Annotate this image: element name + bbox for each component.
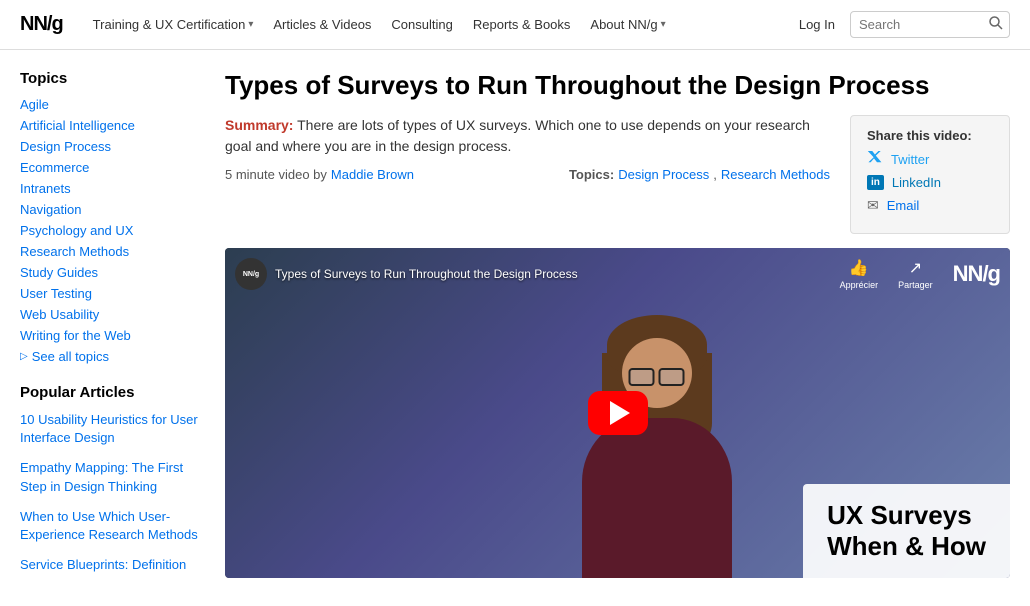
share-label: Partager xyxy=(898,280,933,290)
summary-label: Summary: xyxy=(225,117,293,133)
popular-article-4[interactable]: Service Blueprints: Definition xyxy=(20,556,205,574)
sidebar-item-web-usability[interactable]: Web Usability xyxy=(20,307,205,322)
site-logo[interactable]: NN/g xyxy=(20,13,63,36)
login-link[interactable]: Log In xyxy=(799,17,835,32)
article-title: Types of Surveys to Run Throughout the D… xyxy=(225,70,1010,101)
ux-surveys-title: UX Surveys When & How xyxy=(827,500,986,562)
sidebar-item-design-process[interactable]: Design Process xyxy=(20,139,205,154)
nav-about[interactable]: About NN/g ▾ xyxy=(590,17,665,32)
like-label: Apprécier xyxy=(840,280,879,290)
popular-article-3[interactable]: When to Use Which User-Experience Resear… xyxy=(20,508,205,544)
person-body xyxy=(582,418,732,578)
email-share[interactable]: ✉ Email xyxy=(867,197,993,214)
duration-text: 5 minute video by xyxy=(225,167,327,182)
popular-articles-section: Popular Articles 10 Usability Heuristics… xyxy=(20,384,205,574)
video-overlay-bottom: UX Surveys When & How xyxy=(803,484,1010,578)
nav-articles[interactable]: Articles & Videos xyxy=(273,17,371,32)
video-top-bar: NN/g Types of Surveys to Run Throughout … xyxy=(235,258,578,290)
video-player[interactable]: NN/g Types of Surveys to Run Throughout … xyxy=(225,248,1010,578)
person-glasses xyxy=(624,368,689,388)
video-container: NN/g Types of Surveys to Run Throughout … xyxy=(225,248,1010,578)
sidebar: Topics Agile Artificial Intelligence Des… xyxy=(20,70,205,586)
article-byline: 5 minute video by Maddie Brown xyxy=(225,167,414,182)
linkedin-icon: in xyxy=(867,175,884,190)
main-nav: Training & UX Certification ▾ Articles &… xyxy=(93,17,799,32)
popular-articles-heading: Popular Articles xyxy=(20,384,205,401)
email-label: Email xyxy=(887,198,920,213)
glasses-lens-right xyxy=(659,368,685,386)
video-title-overlay: Types of Surveys to Run Throughout the D… xyxy=(275,267,578,281)
sidebar-item-study-guides[interactable]: Study Guides xyxy=(20,265,205,280)
chevron-down-icon: ▾ xyxy=(248,19,253,30)
article-topics: Topics: Design Process, Research Methods xyxy=(569,167,830,182)
article-meta: 5 minute video by Maddie Brown Topics: D… xyxy=(225,167,830,182)
topics-label: Topics: xyxy=(569,167,614,182)
main-layout: Topics Agile Artificial Intelligence Des… xyxy=(0,50,1030,606)
sidebar-item-writing[interactable]: Writing for the Web xyxy=(20,328,205,343)
twitter-share[interactable]: Twitter xyxy=(867,151,993,168)
glasses-frame xyxy=(624,368,689,386)
sidebar-item-agile[interactable]: Agile xyxy=(20,97,205,112)
overlay-line1: UX Surveys xyxy=(827,500,986,531)
video-top-right-actions: 👍 Apprécier ↗ Partager NN/g xyxy=(840,258,1000,290)
linkedin-label: LinkedIn xyxy=(892,175,941,190)
play-button[interactable] xyxy=(588,391,648,435)
sidebar-item-user-testing[interactable]: User Testing xyxy=(20,286,205,301)
search-box xyxy=(850,11,1010,38)
video-logo: NN/g xyxy=(953,261,1000,287)
summary-body: There are lots of types of UX surveys. W… xyxy=(225,117,810,154)
topic-design-process[interactable]: Design Process xyxy=(618,167,709,182)
sidebar-item-intranets[interactable]: Intranets xyxy=(20,181,205,196)
topic-research-methods[interactable]: Research Methods xyxy=(721,167,830,182)
linkedin-share[interactable]: in LinkedIn xyxy=(867,175,993,190)
see-all-label: See all topics xyxy=(32,349,109,364)
nav-training[interactable]: Training & UX Certification ▾ xyxy=(93,17,254,32)
header-right: Log In xyxy=(799,11,1010,38)
play-icon xyxy=(610,401,630,425)
popular-article-1[interactable]: 10 Usability Heuristics for User Interfa… xyxy=(20,411,205,447)
chevron-down-icon: ▾ xyxy=(661,19,666,30)
share-title: Share this video: xyxy=(867,128,993,143)
sidebar-item-navigation[interactable]: Navigation xyxy=(20,202,205,217)
logo-text: NN/g xyxy=(20,13,63,35)
sidebar-item-research-methods[interactable]: Research Methods xyxy=(20,244,205,259)
search-input[interactable] xyxy=(859,17,989,32)
nngroup-badge: NN/g xyxy=(235,258,267,290)
video-share-action[interactable]: ↗ Partager xyxy=(898,258,933,290)
twitter-icon xyxy=(867,151,883,168)
sidebar-item-psychology[interactable]: Psychology and UX xyxy=(20,223,205,238)
sidebar-item-ai[interactable]: Artificial Intelligence xyxy=(20,118,205,133)
chevron-right-icon: ▷ xyxy=(20,351,28,362)
search-icon[interactable] xyxy=(989,16,1003,33)
glasses-lens-left xyxy=(629,368,655,386)
article-content: Types of Surveys to Run Throughout the D… xyxy=(225,70,1010,586)
share-icon: ↗ xyxy=(909,258,922,278)
nav-reports[interactable]: Reports & Books xyxy=(473,17,571,32)
see-all-topics-link[interactable]: ▷ See all topics xyxy=(20,349,205,364)
share-box: Share this video: Twitter in LinkedIn ✉ … xyxy=(850,115,1010,234)
sidebar-item-ecommerce[interactable]: Ecommerce xyxy=(20,160,205,175)
author-link[interactable]: Maddie Brown xyxy=(331,167,414,182)
twitter-label: Twitter xyxy=(891,152,929,167)
topics-heading: Topics xyxy=(20,70,205,87)
header: NN/g Training & UX Certification ▾ Artic… xyxy=(0,0,1030,50)
nav-consulting[interactable]: Consulting xyxy=(391,17,452,32)
overlay-line2: When & How xyxy=(827,531,986,562)
email-icon: ✉ xyxy=(867,197,879,214)
video-person xyxy=(582,323,732,578)
video-like-action[interactable]: 👍 Apprécier xyxy=(840,258,879,290)
popular-article-2[interactable]: Empathy Mapping: The First Step in Desig… xyxy=(20,459,205,495)
thumbsup-icon: 👍 xyxy=(849,258,869,278)
